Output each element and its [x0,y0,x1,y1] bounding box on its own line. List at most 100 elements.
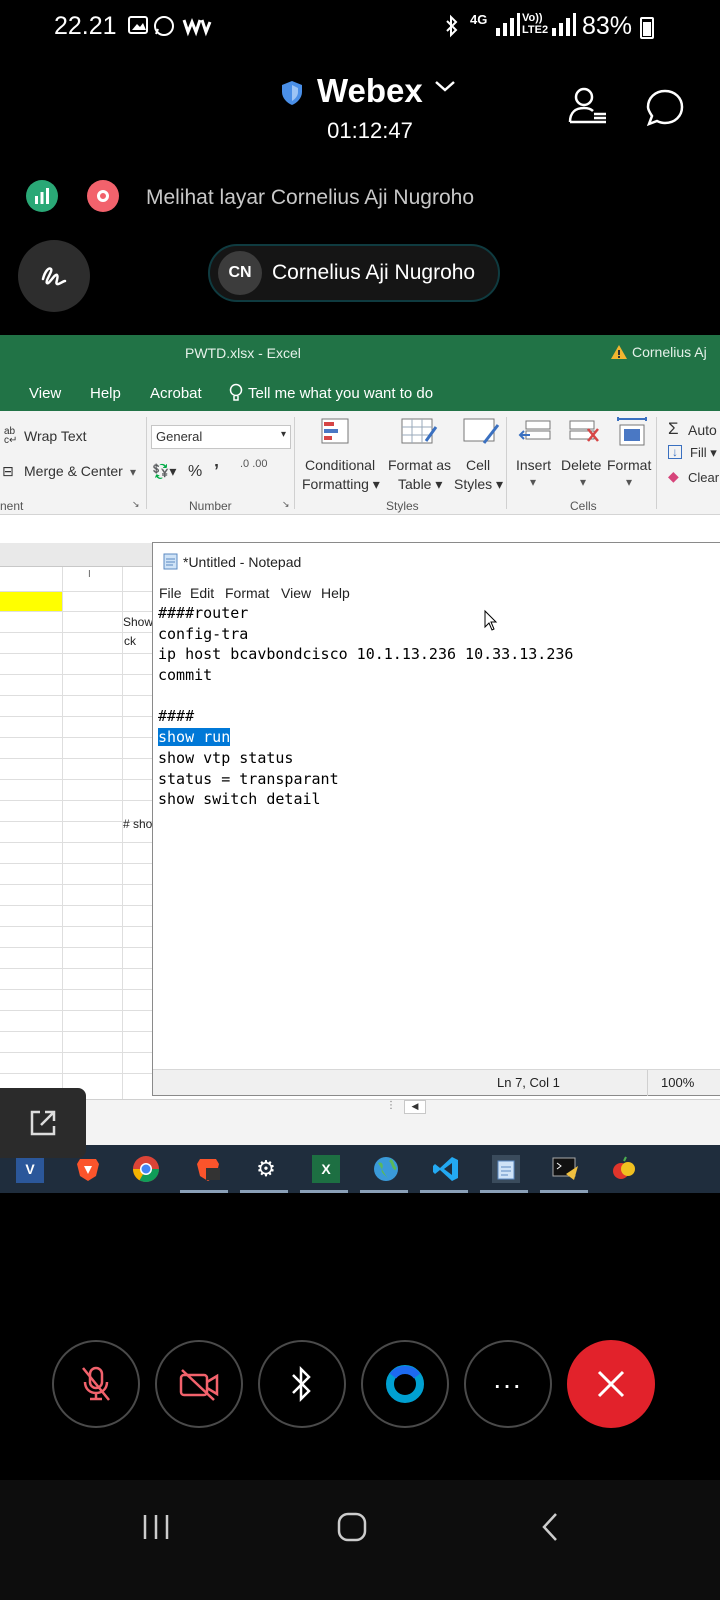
insert-button[interactable]: Insert [516,457,551,473]
battery-percent: 83% [581,12,632,40]
meeting-app-title[interactable]: Webex [317,72,423,110]
network-type: 4G [470,12,488,27]
bluetooth-icon [292,1365,311,1403]
notepad-menu-format[interactable]: Format [225,585,269,601]
decimal-buttons[interactable]: .0 .00 [240,459,292,470]
visio-icon[interactable]: V [16,1155,44,1183]
connection-quality-icon[interactable] [26,180,58,212]
popout-button[interactable] [0,1088,86,1158]
chrome-icon[interactable] [132,1155,160,1183]
viewing-screen-label: Melihat layar Cornelius Aji Nugroho [146,186,474,209]
accounting-icon[interactable]: 💱▾ [152,463,176,480]
cell-sho[interactable]: # sho [123,817,152,831]
menu-view[interactable]: View [29,385,61,402]
number-dialog-launcher-icon[interactable]: ↘ [282,499,290,510]
annotate-button[interactable] [18,240,90,312]
format-button[interactable]: Format [607,457,651,473]
conditional-formatting-icon [321,418,349,444]
highlighted-cell[interactable] [0,591,62,611]
end-call-button[interactable] [567,1340,655,1428]
brave-beta-icon[interactable] [194,1155,222,1183]
brave-icon[interactable] [74,1155,102,1183]
settings-icon[interactable]: ⚙ [252,1155,280,1183]
warning-icon [610,344,628,365]
percent-button[interactable]: % [188,463,202,481]
insert-dropdown-icon[interactable]: ▾ [530,475,536,489]
recent-apps-button[interactable] [126,1504,186,1550]
presenter-name: Cornelius Aji Nugroho [272,261,476,284]
cell-styles-icon [463,418,500,444]
chat-icon[interactable] [645,88,685,133]
chevron-down-icon[interactable] [434,78,456,99]
notepad-status-bar: Ln 7, Col 1 100% [153,1069,720,1096]
merge-center-button[interactable]: Merge & Center [24,463,123,479]
wrap-text-icon: ab c↵ [4,426,18,446]
cell-ck[interactable]: ck [124,634,136,648]
meeting-timer: 01:12:47 [327,118,413,143]
comma-button[interactable]: ’ [214,461,219,482]
merge-dropdown-icon[interactable]: ▾ [130,465,136,479]
autosum-button[interactable]: Auto [688,422,717,438]
video-off-icon [179,1369,219,1401]
text-line: ip host bcavbondcisco 10.1.13.236 10.33.… [158,645,574,664]
excel-icon[interactable]: X [312,1155,340,1183]
webex-assistant-button[interactable] [361,1340,449,1428]
menu-acrobat[interactable]: Acrobat [150,385,202,402]
battery-icon [640,17,654,39]
scroll-left-button[interactable]: ◀ [404,1100,426,1114]
bluetooth-button[interactable] [258,1340,346,1428]
number-format-select[interactable]: General ▾ [151,425,291,449]
more-options-button[interactable]: ... [464,1340,552,1428]
presenter-chip[interactable]: CN Cornelius Aji Nugroho [208,244,500,302]
shared-screen[interactable]: PWTD.xlsx - Excel Cornelius Aj View Help… [0,335,720,1193]
back-button[interactable] [520,1504,580,1550]
selected-text[interactable]: show run [158,728,231,747]
clear-button[interactable]: Clear [688,470,719,485]
notepad-menu-file[interactable]: File [159,585,182,601]
signal-icon-1 [494,12,520,43]
format-as-table-label-2[interactable]: Table ▾ [398,476,442,493]
recording-icon[interactable] [87,180,119,212]
notepad-taskbar-icon[interactable] [492,1155,520,1183]
tell-me-search[interactable]: Tell me what you want to do [248,385,433,402]
wrap-text-button[interactable]: Wrap Text [24,428,87,444]
more-icon: ... [493,1363,523,1394]
mute-button[interactable] [52,1340,140,1428]
text-line: commit [158,666,213,685]
notepad-text-area[interactable]: ####router config-tra ip host bcavbondci… [158,603,718,810]
earth-icon[interactable] [372,1155,400,1183]
dialog-launcher-icon[interactable]: ↘ [132,499,140,510]
home-button[interactable] [322,1504,382,1550]
excel-user-name[interactable]: Cornelius Aj [632,344,707,360]
annotate-icon [41,267,67,286]
format-cells-icon [617,417,647,446]
conditional-formatting-button[interactable]: Conditional [305,457,375,473]
fruit-icon[interactable] [610,1155,638,1183]
column-marker: I [88,569,91,580]
participants-icon[interactable] [568,86,608,131]
mouse-cursor-icon [484,609,498,631]
text-line [158,686,718,707]
notepad-menu-help[interactable]: Help [321,585,350,601]
conditional-formatting-label-2[interactable]: Formatting ▾ [302,476,380,493]
delete-dropdown-icon[interactable]: ▾ [580,475,586,489]
notepad-menu-edit[interactable]: Edit [190,585,214,601]
group-cells-label: Cells [570,499,597,513]
cell-styles-label-2[interactable]: Styles ▾ [454,476,503,493]
home-icon [337,1512,367,1542]
cell-show[interactable]: Show [123,615,153,629]
format-dropdown-icon[interactable]: ▾ [626,475,632,489]
video-button[interactable] [155,1340,243,1428]
notepad-menu-view[interactable]: View [281,585,311,601]
lightbulb-icon [229,383,243,401]
notepad-window[interactable]: *Untitled - Notepad File Edit Format Vie… [152,542,720,1096]
delete-button[interactable]: Delete [561,457,601,473]
terminal-icon[interactable] [552,1155,580,1183]
format-as-table-icon [401,418,438,444]
fill-button[interactable]: Fill ▾ [690,445,717,461]
cell-styles-button[interactable]: Cell [466,457,490,473]
shield-icon [281,80,303,111]
menu-help[interactable]: Help [90,385,121,402]
vscode-icon[interactable] [432,1155,460,1183]
format-as-table-button[interactable]: Format as [388,457,451,473]
